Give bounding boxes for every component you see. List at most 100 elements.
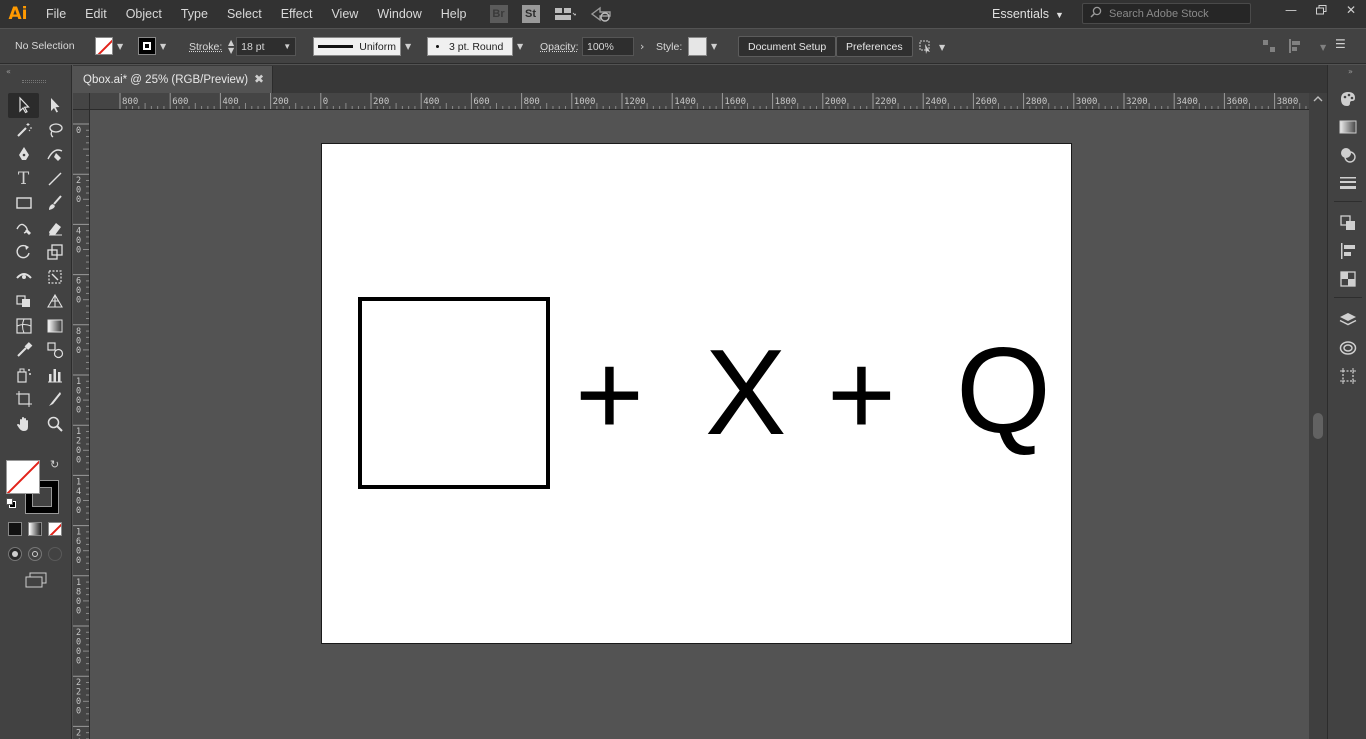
align-panel-icon[interactable] — [1338, 241, 1358, 261]
close-window-icon[interactable]: ✕ — [1336, 0, 1366, 20]
chevron-down-icon[interactable]: ▼ — [1320, 43, 1326, 52]
gradient-tool-icon[interactable] — [39, 314, 70, 339]
rotate-tool-icon[interactable] — [8, 240, 39, 265]
lasso-tool-icon[interactable] — [39, 118, 70, 143]
hand-tool-icon[interactable] — [8, 412, 39, 437]
gpu-performance-icon[interactable] — [590, 6, 612, 22]
close-icon[interactable]: ✖ — [254, 72, 264, 86]
zoom-tool-icon[interactable] — [39, 412, 70, 437]
appearance-panel-icon[interactable] — [1338, 145, 1358, 165]
eraser-tool-icon[interactable] — [39, 216, 70, 241]
horizontal-ruler[interactable]: 800 600 400 200 0 200 400 600 800 1000 1200 1400 160… — [90, 93, 1309, 110]
color-mode-icon[interactable] — [8, 522, 22, 536]
chevron-down-icon[interactable]: ▼ — [405, 42, 411, 51]
transform-panel-icon[interactable] — [1338, 213, 1358, 233]
draw-inside-icon[interactable] — [48, 547, 62, 561]
stroke-black-swatch[interactable] — [138, 37, 156, 55]
scroll-up-icon[interactable] — [1312, 94, 1324, 107]
expand-panels-icon[interactable]: » — [1348, 67, 1353, 76]
opacity-field[interactable]: 100% — [582, 37, 634, 56]
x-glyph[interactable]: X — [705, 331, 786, 453]
q-glyph[interactable]: Q — [956, 329, 1051, 451]
stroke-weight-control[interactable]: ▲ ▼ 18 pt ▼ — [228, 37, 297, 56]
scale-tool-icon[interactable] — [39, 240, 70, 265]
type-tool-icon[interactable]: T — [8, 167, 39, 192]
perspective-grid-tool-icon[interactable] — [39, 289, 70, 314]
line-segment-tool-icon[interactable] — [39, 167, 70, 192]
menu-view[interactable]: View — [321, 0, 367, 28]
width-tool-icon[interactable] — [8, 265, 39, 290]
free-transform-tool-icon[interactable] — [39, 265, 70, 290]
menu-help[interactable]: Help — [431, 0, 476, 28]
chevron-down-icon[interactable]: ▼ — [939, 43, 945, 52]
fill-swatch-control[interactable]: ▼ — [95, 37, 123, 55]
slice-tool-icon[interactable] — [39, 387, 70, 412]
symbol-sprayer-tool-icon[interactable] — [8, 363, 39, 388]
arrange-documents-icon[interactable] — [554, 7, 576, 21]
ruler-origin[interactable] — [73, 93, 90, 110]
draw-behind-icon[interactable] — [28, 547, 42, 561]
opacity-control[interactable]: 100% › — [582, 37, 644, 56]
swap-fill-stroke-icon[interactable]: ↻ — [50, 458, 59, 471]
chevron-down-icon[interactable]: ▼ — [711, 42, 717, 51]
layers-panel-icon[interactable] — [1338, 310, 1358, 330]
menu-edit[interactable]: Edit — [75, 0, 116, 28]
curvature-tool-icon[interactable] — [39, 142, 70, 167]
color-panel-icon[interactable] — [1338, 89, 1358, 109]
chevron-down-icon[interactable]: ▼ — [117, 42, 123, 51]
align-icon[interactable] — [1288, 39, 1308, 56]
select-similar-icon[interactable] — [917, 38, 933, 57]
vertical-scrollbar[interactable] — [1309, 93, 1327, 739]
search-stock-input[interactable] — [1109, 7, 1239, 20]
rectangle-tool-icon[interactable] — [8, 191, 39, 216]
menu-select[interactable]: Select — [217, 0, 271, 28]
document-tab[interactable]: Qbox.ai* @ 25% (RGB/Preview) ✖ — [73, 66, 273, 93]
shape-builder-tool-icon[interactable] — [8, 289, 39, 314]
square-shape[interactable] — [358, 297, 550, 489]
pathfinder-panel-icon[interactable] — [1338, 269, 1358, 289]
preferences-button[interactable]: Preferences — [836, 36, 913, 57]
artboard[interactable]: + X + Q — [321, 143, 1072, 644]
variable-width-profile[interactable]: Uniform ▼ — [313, 37, 411, 56]
workspace-switcher[interactable]: Essentials ▼ — [992, 0, 1064, 28]
none-mode-icon[interactable] — [48, 522, 62, 536]
stroke-label[interactable]: Stroke: — [189, 41, 222, 53]
opacity-label[interactable]: Opacity: — [540, 41, 579, 53]
column-graph-tool-icon[interactable] — [39, 363, 70, 388]
default-fill-stroke-icon[interactable] — [6, 498, 16, 508]
stepper-icon[interactable]: ▲ ▼ — [228, 38, 234, 55]
draw-normal-icon[interactable] — [8, 547, 22, 561]
brush-definition[interactable]: 3 pt. Round ▼ — [427, 37, 523, 56]
mesh-tool-icon[interactable] — [8, 314, 39, 339]
fill-none-swatch[interactable] — [95, 37, 113, 55]
artboard-tool-icon[interactable] — [8, 387, 39, 412]
chevron-down-icon[interactable]: ▼ — [283, 42, 291, 51]
gradient-panel-icon[interactable] — [1338, 117, 1358, 137]
stroke-swatch-control[interactable]: ▼ — [138, 37, 166, 55]
stroke-weight-field[interactable]: 18 pt ▼ — [236, 37, 297, 56]
collapse-panel-icon[interactable]: « — [6, 67, 11, 76]
blend-tool-icon[interactable] — [39, 338, 70, 363]
menu-effect[interactable]: Effect — [271, 0, 322, 28]
chevron-right-icon[interactable]: › — [640, 40, 644, 53]
select-similar-control[interactable]: ▼ — [917, 38, 945, 57]
chevron-down-icon[interactable]: ▼ — [517, 42, 523, 51]
scroll-thumb[interactable] — [1313, 413, 1323, 439]
menu-object[interactable]: Object — [116, 0, 171, 28]
profile-field[interactable]: Uniform — [313, 37, 401, 56]
panel-grip[interactable] — [22, 80, 46, 83]
change-screen-mode-icon[interactable] — [24, 572, 48, 591]
brush-field[interactable]: 3 pt. Round — [427, 37, 513, 56]
menu-type[interactable]: Type — [171, 0, 217, 28]
bridge-button[interactable]: Br — [489, 5, 508, 23]
plus-glyph-2[interactable]: + — [827, 336, 896, 454]
fill-color-box[interactable] — [6, 460, 40, 494]
chevron-down-icon[interactable]: ▼ — [160, 42, 166, 51]
transform-icon[interactable] — [1262, 39, 1276, 56]
shaper-tool-icon[interactable] — [8, 216, 39, 241]
direct-selection-tool-icon[interactable] — [39, 93, 70, 118]
gradient-mode-icon[interactable] — [28, 522, 42, 536]
magic-wand-tool-icon[interactable] — [8, 118, 39, 143]
stock-button[interactable]: St — [521, 5, 540, 23]
document-setup-button[interactable]: Document Setup — [738, 36, 837, 57]
